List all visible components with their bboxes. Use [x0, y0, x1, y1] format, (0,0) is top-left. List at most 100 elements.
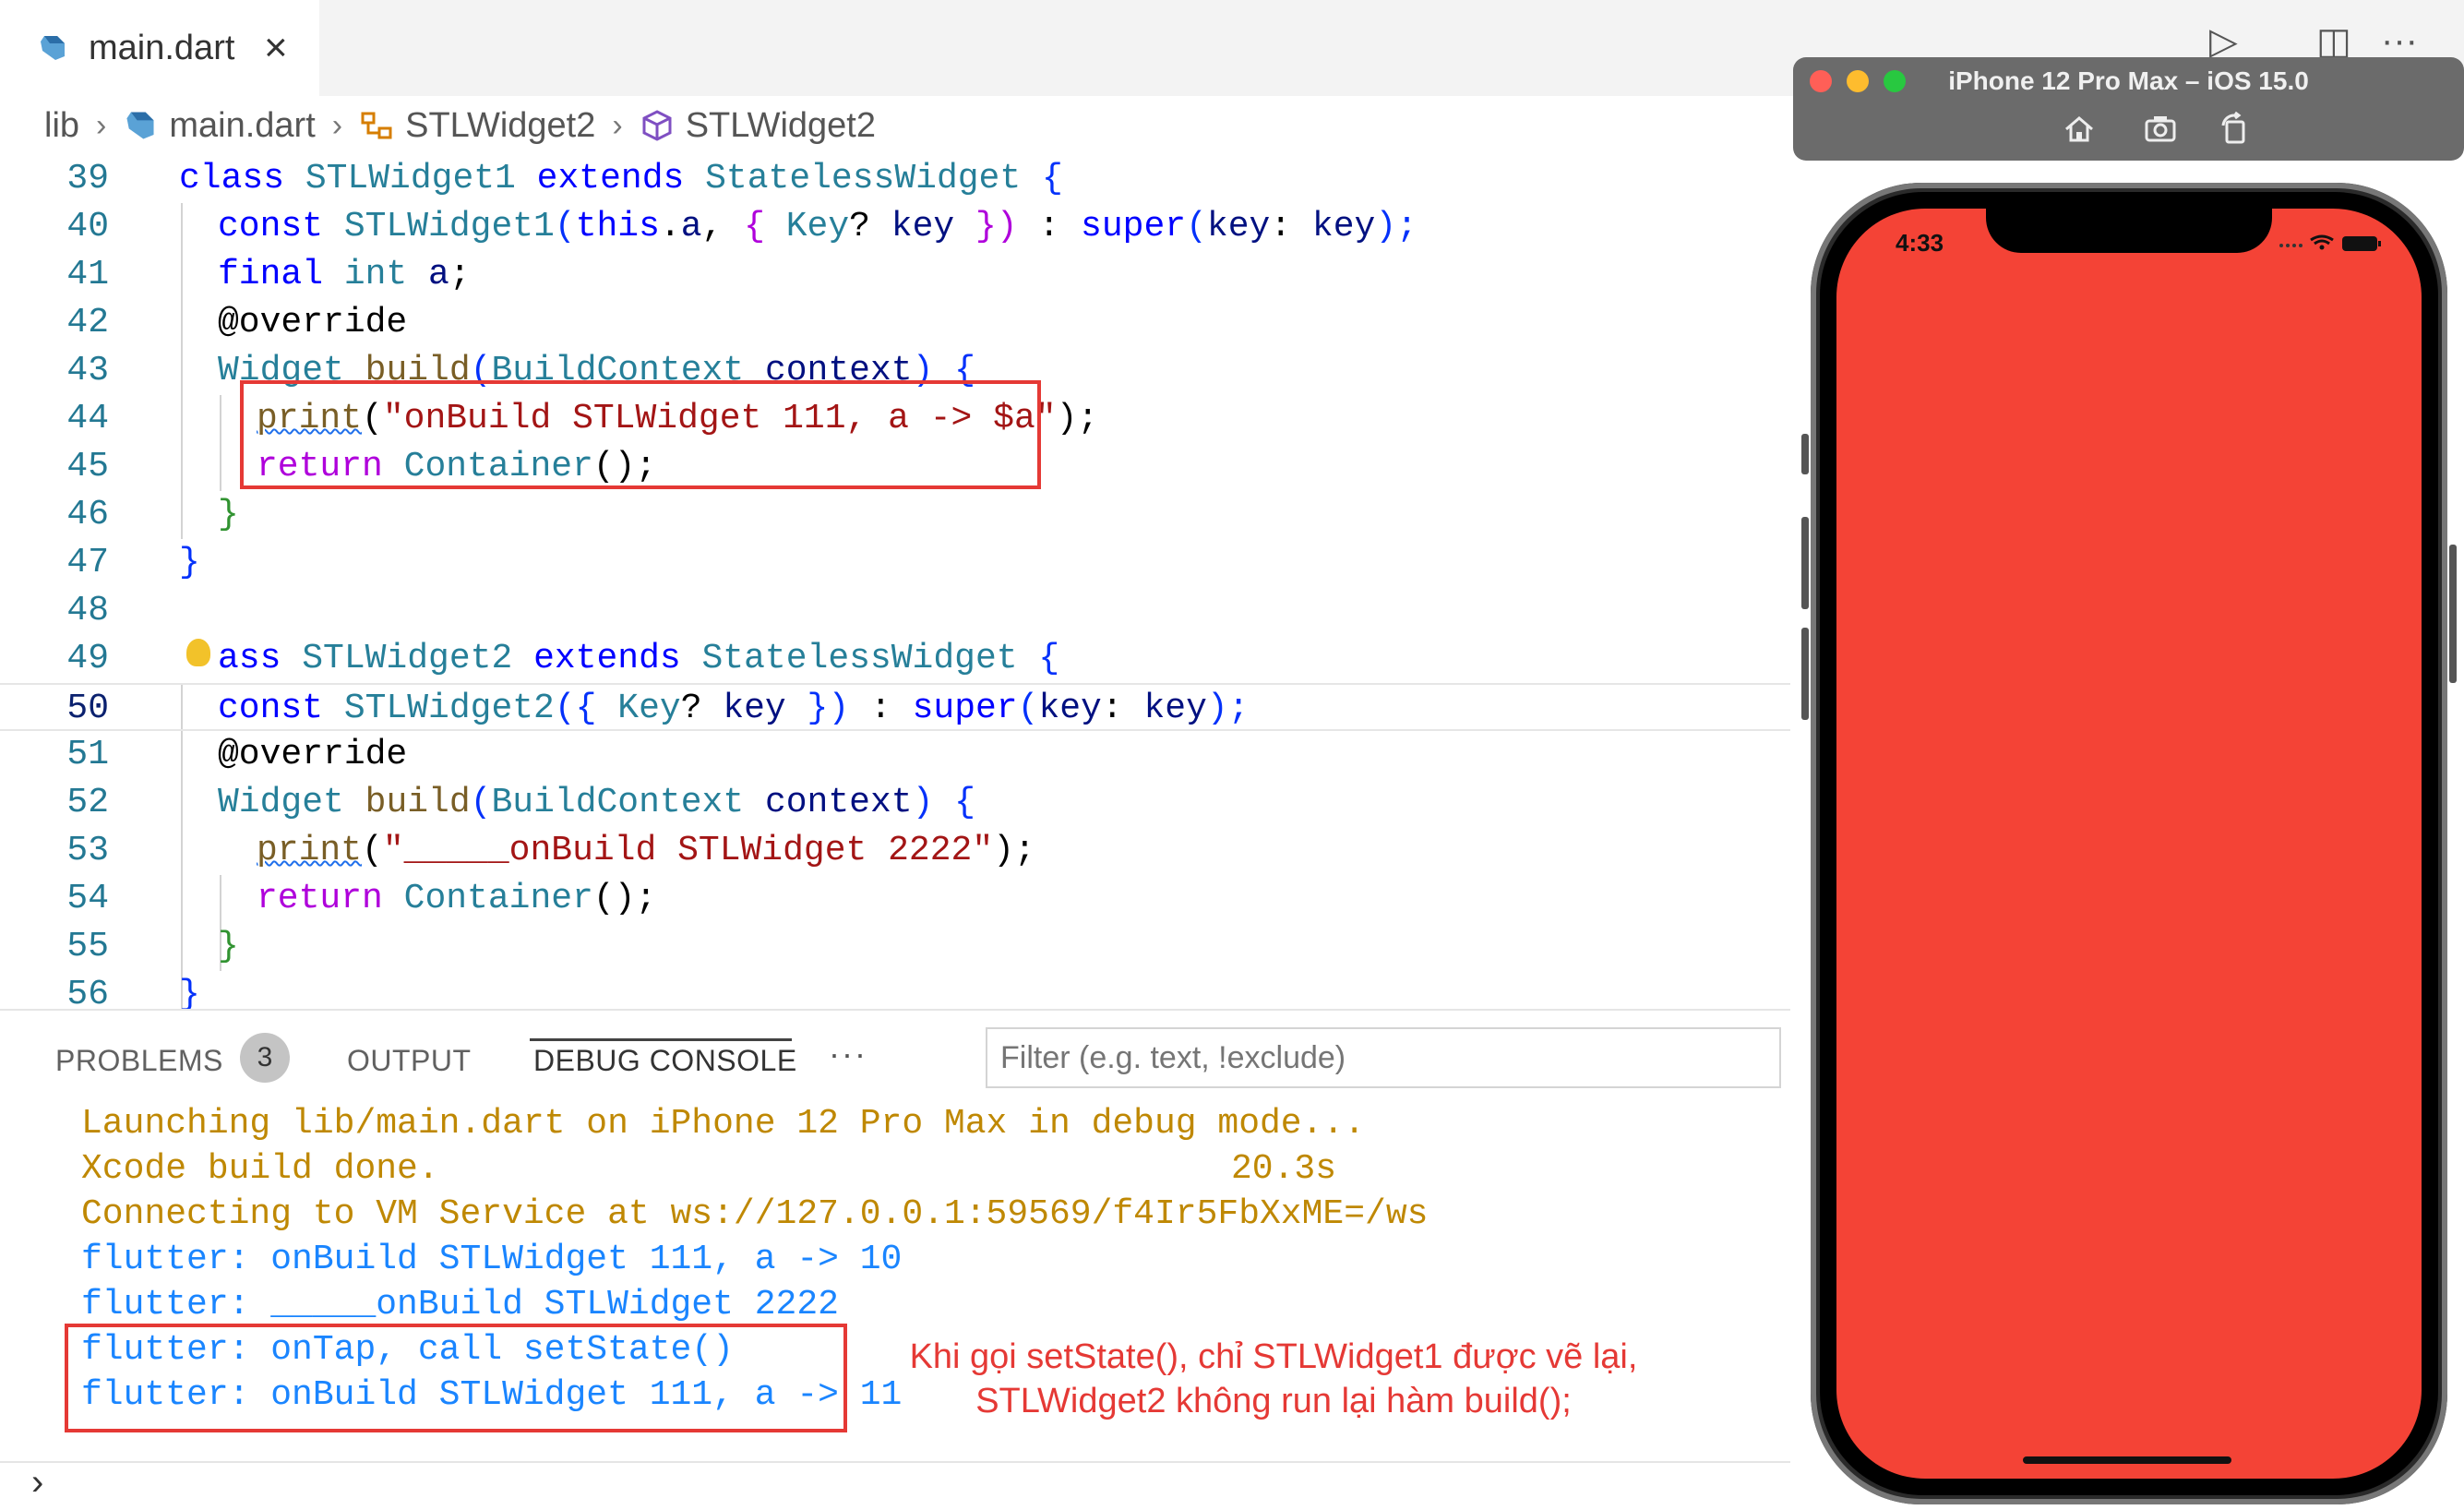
code-text: }	[218, 927, 239, 966]
tab-debug-console[interactable]: DEBUG CONSOLE	[533, 1044, 797, 1078]
line-number: 40	[66, 207, 109, 246]
home-icon[interactable]	[2061, 111, 2098, 148]
code-line: 40 const STLWidget1(this.a, { Key? key }…	[0, 203, 1804, 251]
tab-problems[interactable]: PROBLEMS	[55, 1044, 223, 1078]
line-number: 55	[66, 927, 109, 966]
status-time: 4:33	[1896, 229, 1944, 257]
line-number: 42	[66, 303, 109, 342]
more-actions-icon[interactable]: ···	[2381, 20, 2418, 62]
phone-mute-switch	[1801, 434, 1809, 474]
code-line: 39 class STLWidget1 extends StatelessWid…	[0, 155, 1804, 203]
tab-output[interactable]: OUTPUT	[347, 1044, 472, 1078]
line-number: 46	[66, 495, 109, 534]
code-text: @override	[218, 735, 408, 774]
wifi-icon	[2310, 234, 2334, 250]
annotation-line-1: Khi gọi setState(), chỉ STLWidget1 được …	[909, 1337, 1638, 1376]
phone-volume-up	[1801, 517, 1809, 609]
highlight-box-code	[240, 380, 1041, 489]
line-number: 41	[66, 255, 109, 294]
breadcrumb-item-constructor[interactable]: STLWidget2	[686, 106, 876, 146]
line-number: 39	[66, 159, 109, 198]
code-line: 47 }	[0, 539, 1804, 587]
code-text: Widget build(BuildContext context) {	[218, 783, 975, 822]
line-number: 48	[66, 591, 109, 630]
app-screen[interactable]	[1836, 209, 2422, 1479]
line-number: 49	[66, 639, 109, 678]
code-line: 41 final int a;	[0, 251, 1804, 299]
method-cube-icon	[642, 110, 672, 141]
simulator-title: iPhone 12 Pro Max – iOS 15.0	[1948, 66, 2309, 95]
status-icons	[2279, 234, 2381, 251]
signal-icon	[2279, 244, 2303, 247]
code-text: return Container();	[257, 879, 657, 918]
rotate-icon[interactable]	[2216, 111, 2253, 148]
active-tab-indicator	[530, 1038, 792, 1041]
console-line: Launching lib/main.dart on iPhone 12 Pro…	[81, 1104, 1366, 1144]
breadcrumb-item-main-dart[interactable]: main.dart	[169, 106, 315, 146]
code-text: class STLWidget1 extends StatelessWidget…	[179, 159, 1063, 198]
console-duration: 20.3s	[1231, 1149, 1337, 1189]
code-line: 56 }	[0, 971, 1804, 1009]
chevron-right-icon: ›	[612, 107, 623, 143]
code-line: 52 Widget build(BuildContext context) {	[0, 779, 1804, 827]
console-line: flutter: _____onBuild STLWidget 2222	[81, 1285, 839, 1324]
problems-count-badge: 3	[240, 1033, 290, 1083]
line-number: 54	[66, 879, 109, 918]
code-text: print("_____onBuild STLWidget 2222");	[257, 831, 1035, 870]
code-text: }	[218, 495, 239, 534]
home-indicator[interactable]	[2023, 1456, 2231, 1464]
console-line: Connecting to VM Service at ws://127.0.0…	[81, 1194, 1429, 1234]
code-line: 46 }	[0, 491, 1804, 539]
phone-volume-down	[1801, 628, 1809, 720]
line-number: 47	[66, 543, 109, 582]
battery-icon	[2342, 236, 2381, 251]
chevron-right-icon: ›	[331, 107, 343, 143]
chevron-right-icon: ›	[31, 1462, 44, 1503]
code-line: 49 ass STLWidget2 extends StatelessWidge…	[0, 635, 1804, 683]
line-number: 45	[66, 447, 109, 486]
tab-label: main.dart	[89, 28, 235, 67]
close-icon[interactable]: ×	[264, 24, 288, 72]
more-icon[interactable]: ···	[829, 1035, 867, 1073]
screenshot-icon[interactable]	[2142, 111, 2179, 148]
line-number: 53	[66, 831, 109, 870]
code-line: 48	[0, 587, 1804, 635]
console-input[interactable]	[0, 1461, 1804, 1507]
line-number: 52	[66, 783, 109, 822]
code-text: final int a;	[218, 255, 471, 294]
annotation-line-2: STLWidget2 không run lại hàm build();	[975, 1382, 1572, 1420]
simulator-titlebar[interactable]: iPhone 12 Pro Max – iOS 15.0	[1793, 57, 2464, 161]
code-text: }	[179, 975, 200, 1009]
lightbulb-icon[interactable]	[186, 639, 210, 666]
filter-input[interactable]	[986, 1027, 1781, 1088]
breadcrumb-item-class[interactable]: STLWidget2	[405, 106, 595, 146]
tab-main-dart[interactable]: main.dart ×	[0, 0, 319, 96]
phone-power-button	[2449, 545, 2457, 683]
breadcrumb-item-lib[interactable]: lib	[44, 106, 79, 146]
code-line: 53 print("_____onBuild STLWidget 2222");	[0, 827, 1804, 875]
line-number: 44	[66, 399, 109, 438]
code-editor[interactable]: 39 class STLWidget1 extends StatelessWid…	[0, 155, 1804, 1009]
code-line-current: 50 const STLWidget2({ Key? key }) : supe…	[0, 683, 1804, 731]
code-line: 54 return Container();	[0, 875, 1804, 923]
code-text: ass STLWidget2 extends StatelessWidget {	[218, 639, 1060, 678]
console-line: Xcode build done.	[81, 1149, 439, 1189]
line-number: 43	[66, 351, 109, 390]
line-number: 51	[66, 735, 109, 774]
line-number: 50	[66, 689, 109, 728]
code-text: const STLWidget2({ Key? key }) : super(k…	[218, 689, 1250, 728]
class-symbol-icon	[361, 112, 392, 139]
code-line: 51 @override	[0, 731, 1804, 779]
chevron-right-icon: ›	[96, 107, 107, 143]
highlight-box-console	[65, 1324, 847, 1432]
dart-file-icon	[126, 112, 154, 139]
console-line: flutter: onBuild STLWidget 111, a -> 10	[81, 1240, 903, 1279]
line-number: 56	[66, 975, 109, 1009]
phone-notch	[1986, 209, 2272, 253]
code-line: 55 }	[0, 923, 1804, 971]
dart-file-icon	[41, 36, 65, 60]
code-text: }	[179, 543, 200, 582]
code-line: 42 @override	[0, 299, 1804, 347]
code-text: @override	[218, 303, 408, 342]
code-text: const STLWidget1(this.a, { Key? key }) :…	[218, 207, 1417, 246]
